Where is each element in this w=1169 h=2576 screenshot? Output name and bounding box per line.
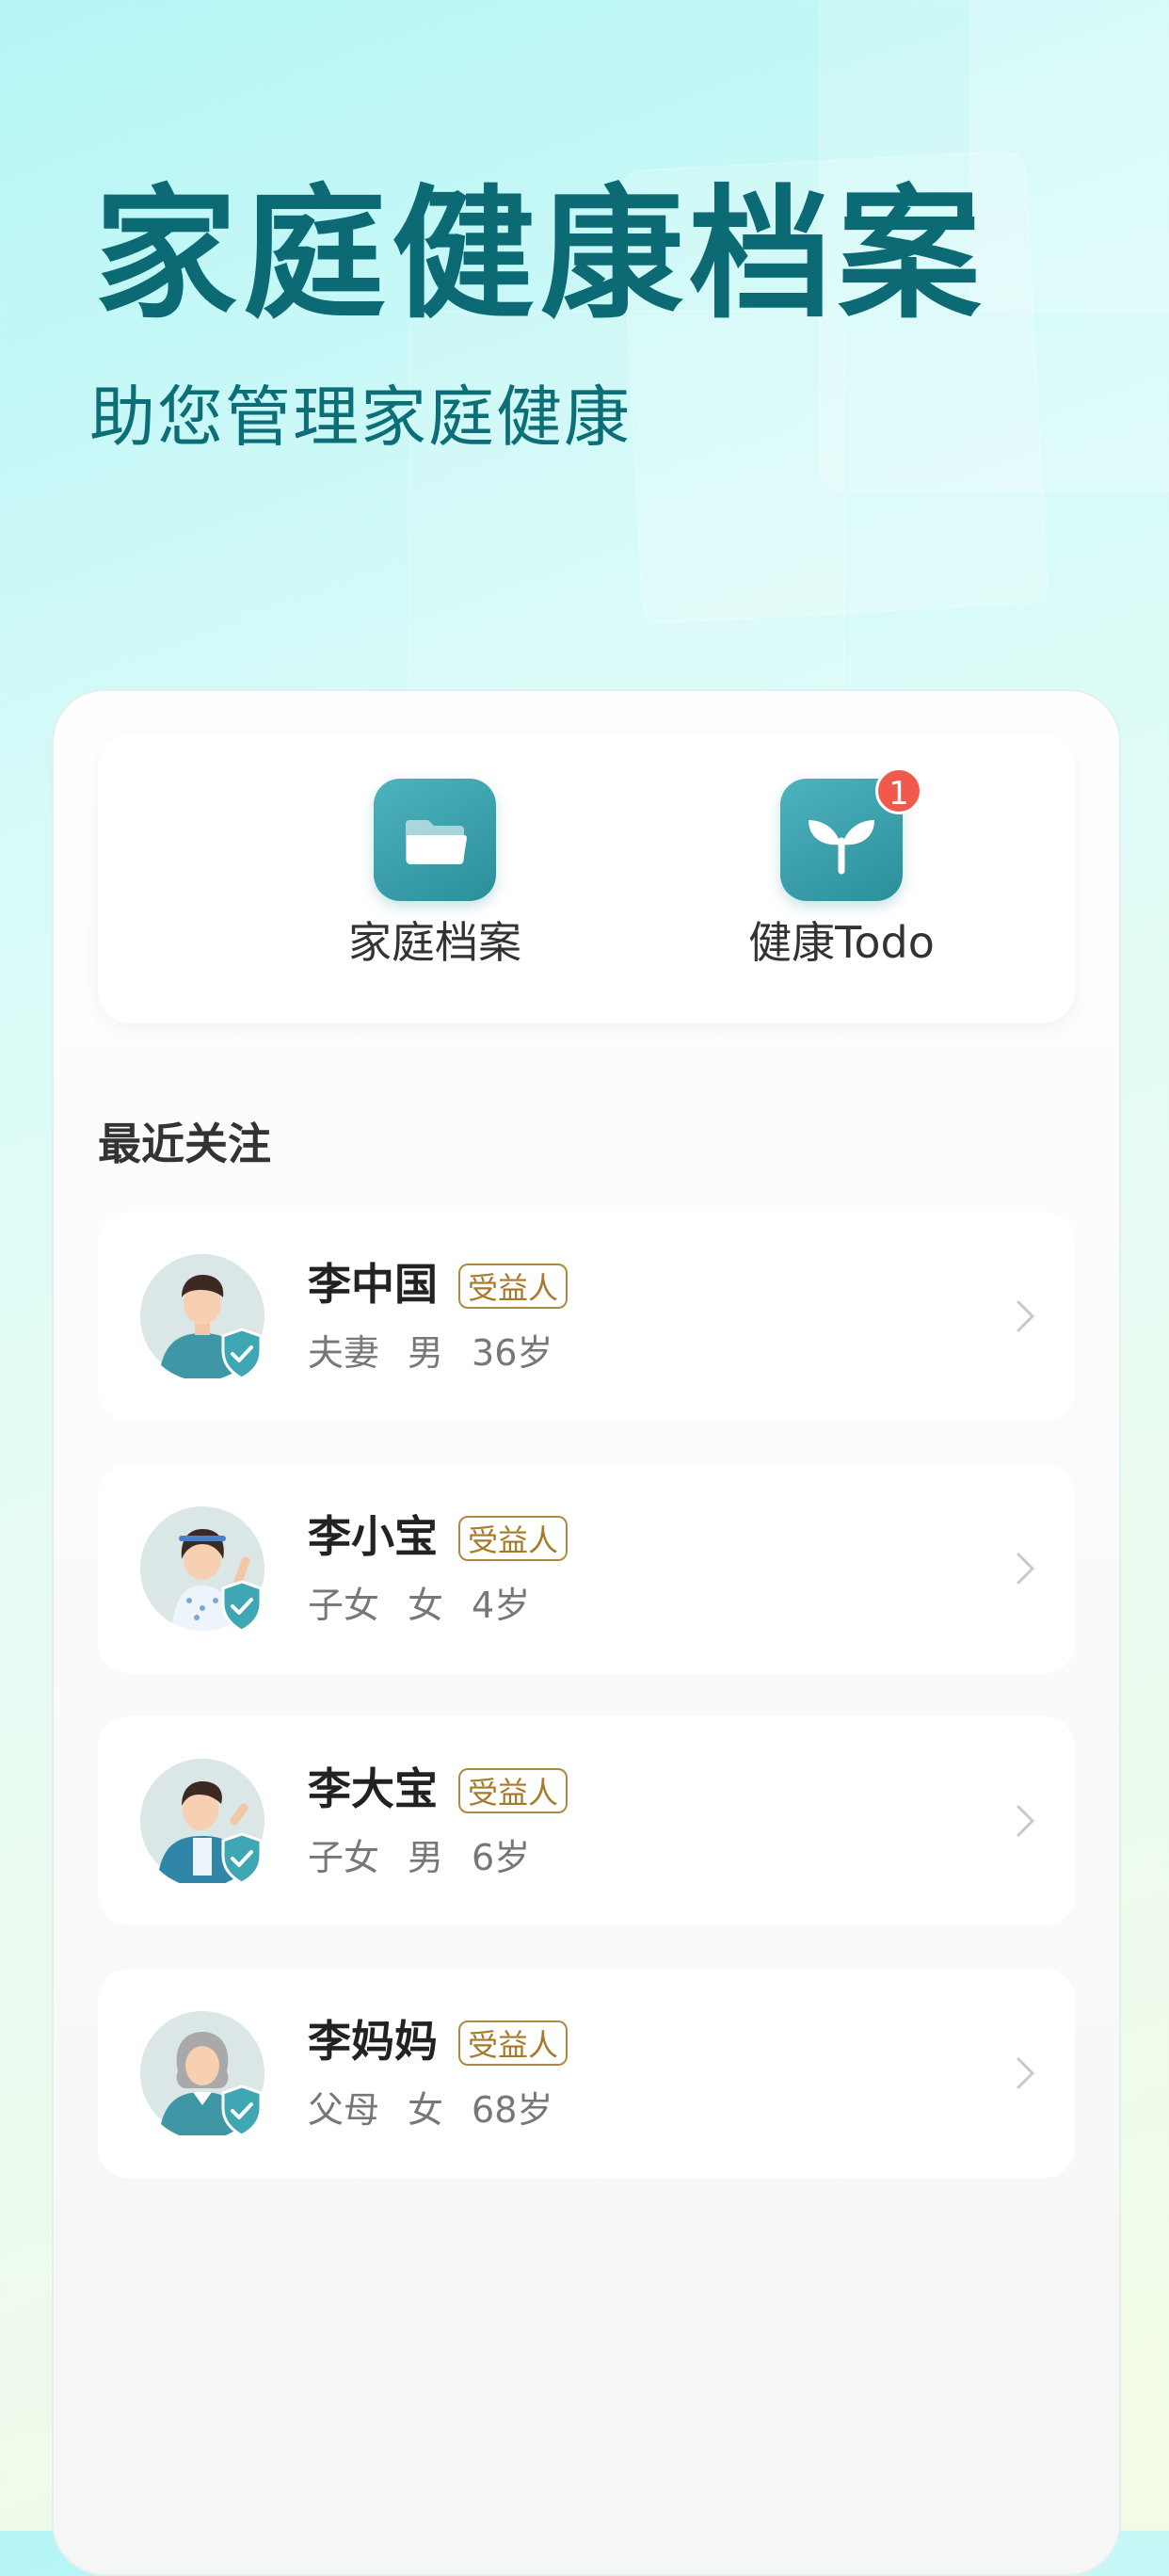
- person-card[interactable]: 李大宝 受益人 子女男 6岁: [98, 1716, 1075, 1925]
- person-card[interactable]: 李小宝 受益人 子女女 4岁: [98, 1464, 1075, 1673]
- quick-action-label: 健康Todo: [748, 917, 935, 968]
- chevron-right-icon: [1017, 1805, 1035, 1837]
- beneficiary-tag: 受益人: [458, 2021, 568, 2066]
- quick-action-label: 家庭档案: [348, 917, 521, 968]
- person-relation: 子女: [308, 1837, 380, 1878]
- main-panel: 家庭档案 1 健康Todo 最近关注 李中国 受益人 夫妻 男 36岁 李小宝 …: [52, 689, 1121, 2576]
- person-relation: 子女: [308, 1585, 380, 1626]
- person-age: 4岁: [472, 1585, 531, 1626]
- grandma-avatar: [140, 2011, 264, 2140]
- person-card[interactable]: 李妈妈 受益人 父母女 68岁: [98, 1969, 1075, 2178]
- person-age: 6岁: [472, 1837, 531, 1878]
- person-info: 夫妻男 36岁: [308, 1332, 581, 1376]
- person-gender: 男: [408, 1332, 444, 1374]
- quick-action-health-todo[interactable]: 1 健康Todo: [691, 733, 992, 1023]
- person-name: 李小宝: [308, 1511, 438, 1562]
- person-name: 李大宝: [308, 1763, 438, 1814]
- person-age: 68岁: [472, 2089, 553, 2131]
- person-gender: 女: [408, 1585, 444, 1626]
- chevron-right-icon: [1017, 1300, 1035, 1332]
- beneficiary-tag: 受益人: [458, 1516, 568, 1561]
- decor-glass-4: [409, 311, 844, 708]
- shield-check-icon: [221, 1328, 263, 1380]
- person-relation: 父母: [308, 2089, 380, 2131]
- person-info: 子女女 4岁: [308, 1585, 558, 1628]
- person-card[interactable]: 李中国 受益人 夫妻男 36岁: [98, 1212, 1075, 1421]
- person-gender: 女: [408, 2089, 444, 2131]
- shield-check-icon: [221, 1832, 263, 1885]
- person-name: 李中国: [308, 1259, 438, 1310]
- person-relation: 夫妻: [308, 1332, 380, 1374]
- boy-avatar: [140, 1759, 264, 1888]
- quick-action-family-records[interactable]: 家庭档案: [284, 733, 585, 1023]
- chevron-right-icon: [1017, 1553, 1035, 1585]
- beneficiary-tag: 受益人: [458, 1264, 568, 1309]
- beneficiary-tag: 受益人: [458, 1768, 568, 1813]
- page-subtitle: 助您管理家庭健康: [89, 378, 632, 456]
- girl-avatar: [140, 1506, 264, 1633]
- man-avatar: [140, 1254, 264, 1381]
- quick-actions-card: 家庭档案 1 健康Todo: [98, 733, 1075, 1023]
- person-info: 父母女 68岁: [308, 2089, 581, 2133]
- person-gender: 男: [408, 1837, 444, 1878]
- person-name: 李妈妈: [308, 2016, 438, 2067]
- person-info: 子女男 6岁: [308, 1837, 558, 1880]
- person-age: 36岁: [472, 1332, 553, 1374]
- page-title: 家庭健康档案: [94, 171, 986, 338]
- shield-check-icon: [221, 2085, 263, 2137]
- chevron-right-icon: [1017, 2057, 1035, 2089]
- shield-check-icon: [221, 1580, 263, 1633]
- section-title-recent: 最近关注: [98, 1119, 271, 1169]
- notification-badge: 1: [875, 767, 922, 814]
- folder-icon: [374, 779, 496, 901]
